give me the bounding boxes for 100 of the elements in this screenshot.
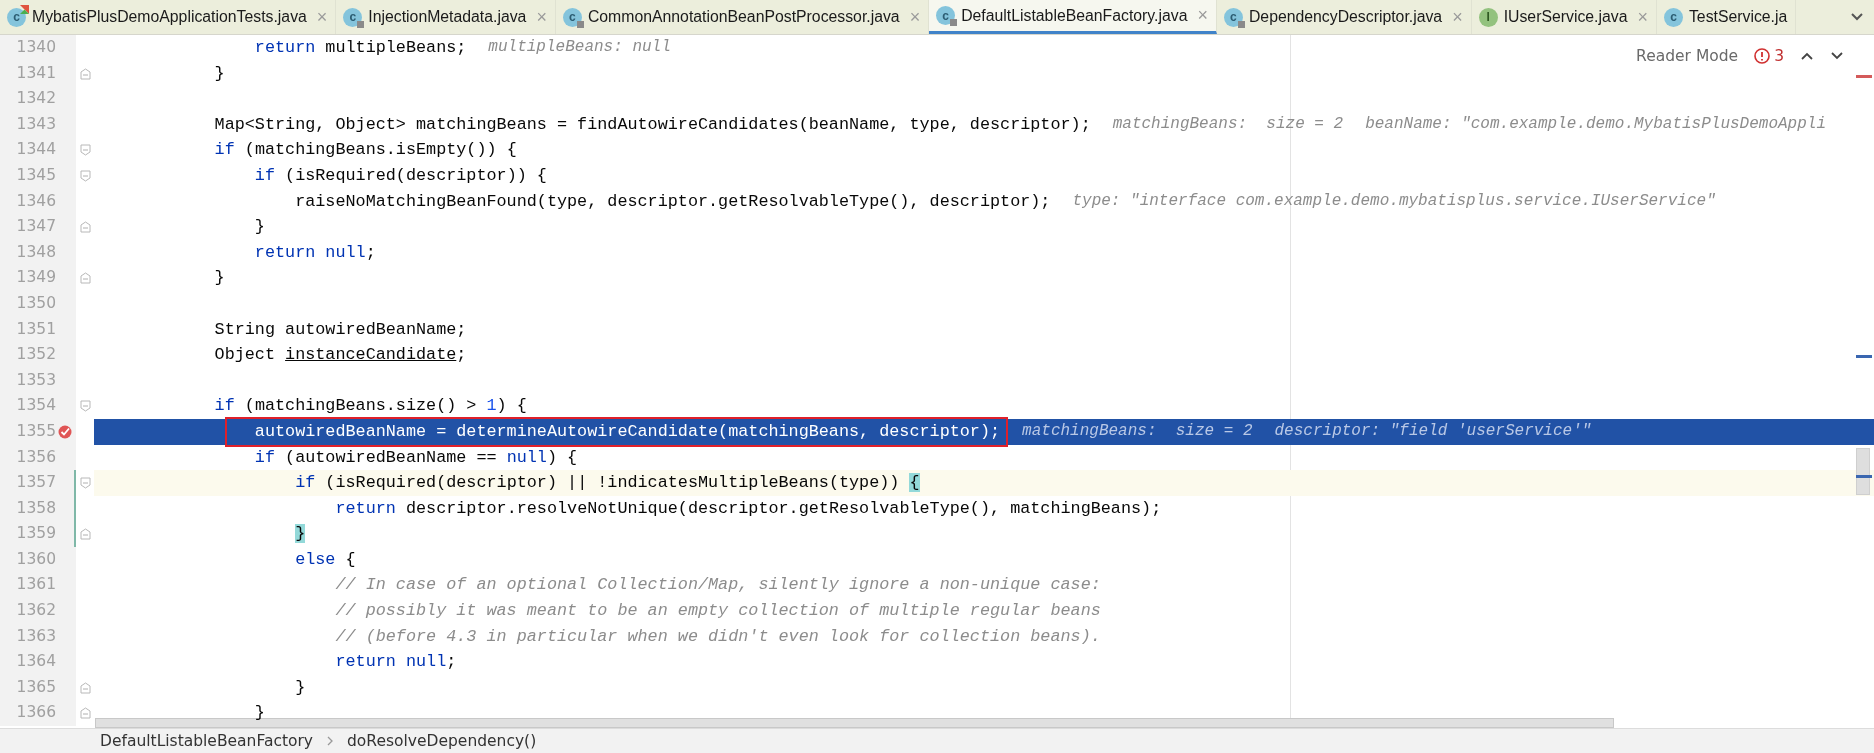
scroll-marker[interactable] — [1856, 75, 1872, 78]
code-line: if (matchingBeans.size() > 1) { — [214, 396, 527, 416]
tab-label: DependencyDescriptor.java — [1248, 8, 1443, 26]
code-line: raiseNoMatchingBeanFound(type, descriptor.getResolvableType(), descriptor); — [295, 191, 1051, 211]
class-icon: c — [936, 6, 956, 25]
code-line: return null; — [254, 242, 376, 262]
fold-icon[interactable] — [80, 221, 91, 234]
line-number: 1351 — [15, 318, 56, 340]
tab-label: DefaultListableBeanFactory.java — [961, 6, 1188, 25]
line-number: 1353 — [15, 369, 56, 391]
editor-tab[interactable]: c DefaultListableBeanFactory.java × — [929, 0, 1217, 34]
breadcrumb-item[interactable]: doResolveDependency() — [347, 732, 537, 750]
line-number: 1345 — [15, 164, 56, 186]
editor-tab[interactable]: c DependencyDescriptor.java × — [1216, 0, 1472, 34]
line-number: 1340 — [15, 37, 56, 58]
scrollbar-thumb[interactable] — [1856, 448, 1870, 495]
code-line: return null; — [335, 652, 457, 672]
fold-icon[interactable] — [80, 707, 91, 720]
editor-tab[interactable]: I IUserService.java × — [1471, 0, 1657, 34]
fold-icon[interactable] — [80, 67, 91, 80]
code-line: autowiredBeanName = determineAutowireCandidate(matchingBeans, descriptor); — [254, 421, 1001, 441]
code-line: if (autowiredBeanName == null) { — [254, 447, 578, 467]
code-line: String autowiredBeanName; — [214, 319, 467, 339]
code-line: } — [214, 268, 225, 288]
fold-icon[interactable] — [80, 400, 91, 413]
change-marker[interactable] — [74, 470, 76, 496]
line-number: 1365 — [15, 676, 56, 698]
line-number: 1344 — [15, 139, 56, 161]
change-marker[interactable] — [74, 521, 76, 547]
editor-tab[interactable]: c MybatisPlusDemoApplicationTests.java × — [0, 0, 337, 34]
class-icon: c — [7, 7, 26, 27]
inline-hint: multipleBeans: null — [488, 37, 671, 58]
tab-label: CommonAnnotationBeanPostProcessor.java — [587, 8, 900, 26]
inline-hint: matchingBeans: size = 2 — [1022, 420, 1253, 442]
breakpoint-icon[interactable] — [58, 424, 72, 439]
line-number: 1358 — [15, 497, 56, 519]
class-icon: c — [562, 7, 582, 27]
problem-count[interactable]: 3 — [1774, 47, 1784, 65]
interface-icon: I — [1478, 7, 1498, 27]
fold-icon[interactable] — [80, 169, 91, 182]
class-icon: c — [343, 7, 363, 27]
line-number: 1364 — [15, 651, 56, 673]
class-icon: c — [1223, 7, 1243, 27]
fold-icon[interactable] — [80, 681, 91, 694]
inline-hint: descriptor: "field 'userService'" — [1274, 420, 1592, 442]
line-number: 1346 — [15, 190, 56, 212]
line-number: 1355 — [15, 420, 56, 442]
line-number: 1362 — [15, 600, 56, 622]
scroll-marker[interactable] — [1856, 355, 1872, 358]
tab-label: IUserService.java — [1503, 8, 1628, 26]
line-number: 1348 — [15, 241, 56, 263]
editor-tab[interactable]: c TestService.ja — [1656, 0, 1797, 34]
scroll-marker[interactable] — [1856, 475, 1872, 478]
code-line: else { — [295, 549, 356, 569]
code-line: Map<String, Object> matchingBeans = findAutowireCandidates(beanName, type, descriptor); — [214, 114, 1091, 134]
line-number: 1363 — [15, 625, 56, 647]
chevron-up-icon[interactable] — [1800, 51, 1814, 61]
fold-icon[interactable] — [80, 272, 91, 285]
code-line: if (matchingBeans.isEmpty()) { — [214, 140, 517, 160]
code-line: Object instanceCandidate; — [214, 345, 467, 365]
code-line: } — [254, 703, 265, 723]
line-number: 1343 — [15, 113, 56, 135]
code-line: // In case of an optional Collection/Map, silently ignore a non-unique case: — [335, 575, 1101, 595]
chevron-down-icon[interactable] — [1850, 12, 1864, 22]
line-number: 1347 — [15, 216, 56, 238]
reader-mode-link[interactable]: Reader Mode — [1636, 47, 1739, 65]
line-number: 1359 — [15, 523, 56, 545]
code-line: // (before 4.3 in particular when we didn't even look for collection beans). — [335, 626, 1101, 646]
error-icon[interactable] — [1754, 48, 1771, 64]
code-line: // possibly it was meant to be an empty collection of multiple regular beans — [335, 601, 1101, 621]
code-line: return descriptor.resolveNotUnique(descriptor.getResolvableType(), matchingBeans); — [335, 498, 1162, 518]
code-line: if (isRequired(descriptor) || !indicatesMultipleBeans(type)) { — [295, 473, 920, 493]
line-number: 1342 — [15, 88, 56, 110]
line-number: 1350 — [15, 292, 56, 314]
code-line: } — [214, 63, 225, 83]
fold-icon[interactable] — [80, 477, 91, 490]
line-number: 1349 — [15, 267, 56, 289]
inline-hint: type: "interface com.example.demo.mybatisplus.service.IUserService" — [1072, 190, 1716, 212]
breadcrumb-item[interactable]: DefaultListableBeanFactory — [100, 732, 314, 750]
horizontal-scrollbar[interactable] — [95, 718, 1614, 728]
line-number: 1354 — [15, 395, 56, 417]
tab-label: InjectionMetadata.java — [368, 8, 527, 26]
line-number: 1360 — [15, 548, 56, 570]
tab-label: TestService.ja — [1688, 8, 1788, 26]
code-line: if (isRequired(descriptor)) { — [254, 165, 547, 185]
line-number: 1356 — [15, 446, 56, 468]
line-number: 1366 — [15, 702, 56, 724]
change-marker[interactable] — [74, 495, 76, 522]
inline-hint: matchingBeans: size = 2 — [1112, 113, 1344, 135]
fold-icon[interactable] — [80, 144, 91, 157]
inline-hint: beanName: "com.example.demo.MybatisPlusDemoAppli — [1365, 113, 1826, 135]
tab-label: MybatisPlusDemoApplicationTests.java — [32, 8, 307, 26]
line-number: 1352 — [15, 344, 56, 366]
line-number: 1341 — [15, 62, 56, 84]
editor-tab[interactable]: c InjectionMetadata.java × — [336, 0, 556, 34]
code-line: } — [295, 677, 306, 697]
fold-icon[interactable] — [80, 528, 91, 541]
code-line: } — [254, 217, 265, 237]
line-number: 1357 — [15, 472, 56, 494]
chevron-down-icon[interactable] — [1830, 51, 1844, 61]
